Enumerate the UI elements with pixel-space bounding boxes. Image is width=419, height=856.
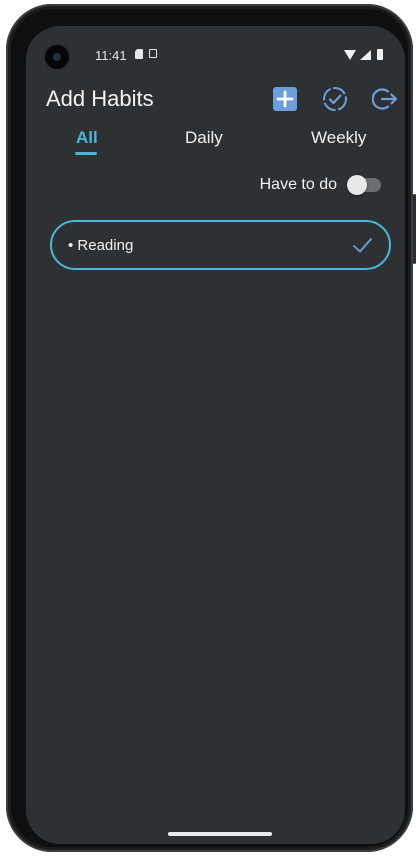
tab-daily[interactable]: Daily <box>185 128 223 148</box>
screen: 11:41 Add Habits All Daily Weekly Have t… <box>26 26 405 844</box>
habit-item[interactable]: • Reading <box>50 220 391 270</box>
page-title: Add Habits <box>46 86 154 111</box>
front-camera <box>45 45 69 69</box>
system-status-icons <box>344 49 383 60</box>
habit-name: • Reading <box>68 236 134 254</box>
signal-icon <box>360 50 371 60</box>
have-to-do-filter: Have to do <box>259 175 381 195</box>
dashed-circle-check-icon <box>323 87 347 111</box>
checkmark-icon[interactable] <box>351 234 373 256</box>
wifi-icon <box>344 50 356 60</box>
tab-weekly[interactable]: Weekly <box>311 128 366 148</box>
add-habit-button[interactable] <box>272 86 298 112</box>
power-button <box>413 194 416 264</box>
logout-icon <box>371 88 398 110</box>
battery-icon <box>377 49 383 60</box>
status-time: 11:41 <box>95 48 127 63</box>
gesture-navigation-bar[interactable] <box>168 832 272 836</box>
logout-button[interactable] <box>371 86 398 112</box>
phone-frame: 11:41 Add Habits All Daily Weekly Have t… <box>6 4 416 852</box>
have-to-do-toggle[interactable] <box>347 175 381 195</box>
screenshot-icon <box>149 49 157 58</box>
have-to-do-label: Have to do <box>259 176 337 193</box>
sd-card-icon <box>135 49 143 59</box>
tab-selected-indicator <box>75 152 97 155</box>
toggle-knob <box>347 175 367 195</box>
tab-all[interactable]: All <box>76 128 98 148</box>
add-square-icon <box>273 87 297 111</box>
status-notification-icons <box>135 49 157 59</box>
completed-habits-button[interactable] <box>322 86 348 112</box>
tab-bar: All Daily Weekly <box>26 128 405 158</box>
